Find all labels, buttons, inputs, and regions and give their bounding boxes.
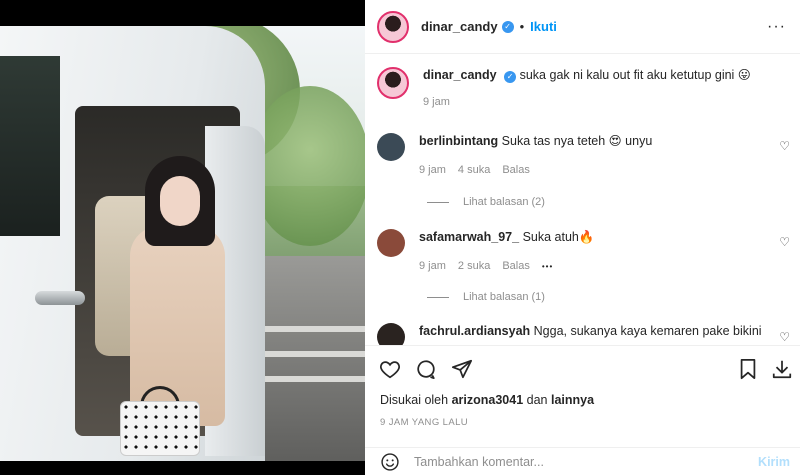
reply-button[interactable]: Balas [502,258,530,275]
like-comment-heart-icon[interactable]: ♡ [779,235,790,249]
verified-badge-icon: ✓ [504,71,517,83]
comment-item: safamarwah_97_ Suka atuh🔥 9 jam 2 suka B… [377,229,779,275]
view-replies-button[interactable]: Lihat balasan (2) [427,196,545,208]
post-sidebar: dinar_candy ✓ • Ikuti ··· dinar_candy ✓ … [365,0,800,475]
commenter-avatar[interactable] [377,323,405,345]
like-comment-heart-icon[interactable]: ♡ [779,330,790,344]
bookmark-icon[interactable] [735,356,761,382]
caption-time: 9 jam [423,96,450,108]
divider [427,296,449,298]
view-replies-button[interactable]: Lihat balasan (1) [427,291,545,303]
author-avatar[interactable] [377,10,409,43]
comments-list[interactable]: dinar_candy ✓ suka gak ni kalu out fit a… [365,55,800,345]
liked-by-text: Disukai oleh arizona3041 dan lainnya [380,393,595,407]
commenter-avatar[interactable] [377,229,405,257]
caption: dinar_candy ✓ suka gak ni kalu out fit a… [377,67,783,111]
post-actions: Disukai oleh arizona3041 dan lainnya 9 J… [365,345,800,475]
post-timestamp[interactable]: 9 JAM YANG LALU [380,417,468,428]
separator-dot: • [519,19,525,34]
comment-username[interactable]: safamarwah_97_ [419,230,519,244]
emoji-icon[interactable] [380,452,400,472]
comment-likes[interactable]: 2 suka [458,258,490,275]
comment-options-icon[interactable]: ••• [542,258,553,275]
commenter-avatar[interactable] [377,133,405,161]
comment-time: 9 jam [419,260,446,272]
comment-item: berlinbintang Suka tas nya teteh 😍 unyu … [377,133,779,179]
post-photo[interactable] [0,26,365,461]
comment-input[interactable] [414,455,734,469]
like-heart-icon[interactable] [377,356,403,382]
comment-text: Suka tas nya teteh 😍 unyu [501,134,653,148]
caption-text: suka gak ni kalu out fit aku ketutup gin… [519,68,751,82]
liked-by-others-link[interactable]: lainnya [551,393,594,407]
caption-username[interactable]: dinar_candy [423,68,497,82]
comment-username[interactable]: fachrul.ardiansyah [419,324,530,338]
comment-likes[interactable]: 4 suka [458,162,490,179]
comment-username[interactable]: berlinbintang [419,134,498,148]
comment-time: 9 jam [419,164,446,176]
liked-by-user-link[interactable]: arizona3041 [452,393,524,407]
caption-avatar[interactable] [377,67,409,99]
comment-text: Suka atuh🔥 [522,230,595,244]
post-media [0,0,365,475]
verified-badge-icon: ✓ [501,20,514,33]
reply-button[interactable]: Balas [502,162,530,179]
post-header: dinar_candy ✓ • Ikuti ··· [365,0,800,54]
comment-text: Ngga, sukanya kaya kemaren pake bikini [533,324,762,338]
download-icon[interactable] [769,356,795,382]
follow-button[interactable]: Ikuti [530,19,557,34]
add-comment-bar: Kirim [365,447,800,475]
like-comment-heart-icon[interactable]: ♡ [779,139,790,153]
comment-item: fachrul.ardiansyah Ngga, sukanya kaya ke… [377,323,779,345]
comment-bubble-icon[interactable] [413,356,439,382]
divider [427,201,449,203]
more-options-icon[interactable]: ··· [767,18,786,36]
share-paperplane-icon[interactable] [449,356,475,382]
author-username[interactable]: dinar_candy [421,19,498,34]
post-comment-button[interactable]: Kirim [758,455,790,469]
